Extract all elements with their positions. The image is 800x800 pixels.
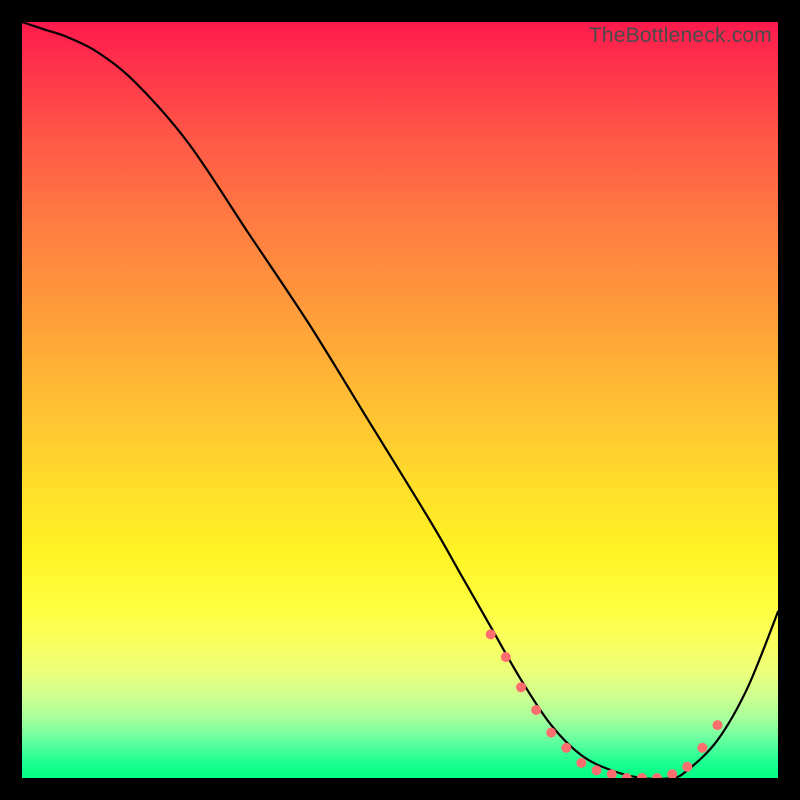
marker-dot xyxy=(713,720,723,730)
marker-dot xyxy=(682,762,692,772)
bottleneck-curve-path xyxy=(22,22,778,778)
marker-dot xyxy=(486,629,496,639)
marker-dot xyxy=(546,728,556,738)
marker-dot xyxy=(501,652,511,662)
marker-dot xyxy=(531,705,541,715)
marker-dot xyxy=(652,773,662,778)
marker-dot xyxy=(576,758,586,768)
bottleneck-curve-svg xyxy=(22,22,778,778)
marker-dot xyxy=(516,682,526,692)
marker-dot xyxy=(667,769,677,778)
marker-dot xyxy=(561,743,571,753)
chart-frame: TheBottleneck.com xyxy=(0,0,800,800)
near-zero-dots-group xyxy=(486,629,723,778)
chart-plot-area: TheBottleneck.com xyxy=(22,22,778,778)
marker-dot xyxy=(637,773,647,778)
marker-dot xyxy=(592,765,602,775)
attribution-label: TheBottleneck.com xyxy=(589,24,772,48)
marker-dot xyxy=(697,743,707,753)
marker-dot xyxy=(607,769,617,778)
marker-dot xyxy=(622,773,632,778)
